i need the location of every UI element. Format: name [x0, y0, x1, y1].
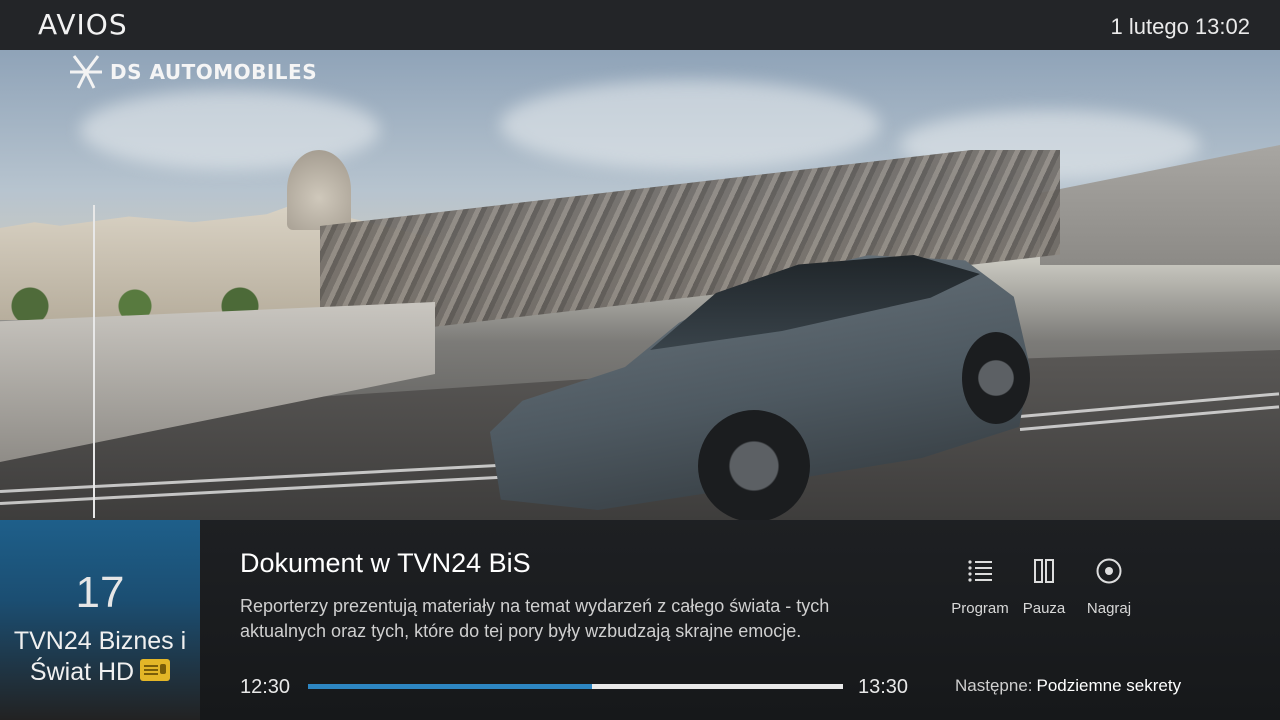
car-wheel: [962, 332, 1030, 424]
record-button-label: Nagraj: [1086, 600, 1132, 617]
radio-icon: [140, 659, 171, 682]
record-button[interactable]: Nagraj: [1069, 558, 1149, 617]
video-player[interactable]: [0, 50, 1280, 520]
info-panel: 17 TVN24 Biznes i Świat HD Dokument w TV…: [0, 520, 1280, 720]
program-progress-fill: [308, 684, 592, 689]
clock: 1 lutego 13:02: [1110, 14, 1250, 39]
channel-box[interactable]: 17 TVN24 Biznes i Świat HD: [0, 520, 200, 720]
next-program-label: Następne:: [955, 676, 1033, 695]
app-brand: AVIOS: [38, 8, 128, 41]
program-progress-bar: [308, 684, 843, 689]
car-wheel: [698, 410, 810, 520]
scene-vertical-line: [93, 205, 95, 518]
pause-icon: [1034, 559, 1054, 583]
program-description: Reporterzy prezentują materiały na temat…: [240, 596, 830, 641]
channel-name: TVN24 Biznes i Świat HD: [0, 626, 200, 688]
next-program-title: Podziemne sekrety: [1036, 676, 1182, 695]
ds-automobiles-logo: DS AUTOMOBILES: [68, 52, 317, 92]
channel-name-line1: TVN24 Biznes i: [13, 627, 187, 655]
channel-name-line2: Świat HD: [29, 658, 135, 686]
list-icon: [968, 560, 992, 582]
ds-mark-icon: [70, 55, 102, 89]
channel-number: 17: [75, 568, 125, 617]
ds-logo-text: DS AUTOMOBILES: [110, 60, 318, 84]
record-icon: [1096, 558, 1122, 584]
program-title: Dokument w TVN24 BiS: [240, 548, 531, 578]
program-start-time: 12:30: [240, 676, 291, 698]
cloud: [500, 80, 880, 170]
scene-dome: [287, 150, 351, 230]
top-bar: AVIOS 1 lutego 13:02: [0, 0, 1280, 50]
program-end-time: 13:30: [858, 676, 909, 698]
next-program: Następne: Podziemne sekrety: [955, 676, 1181, 696]
